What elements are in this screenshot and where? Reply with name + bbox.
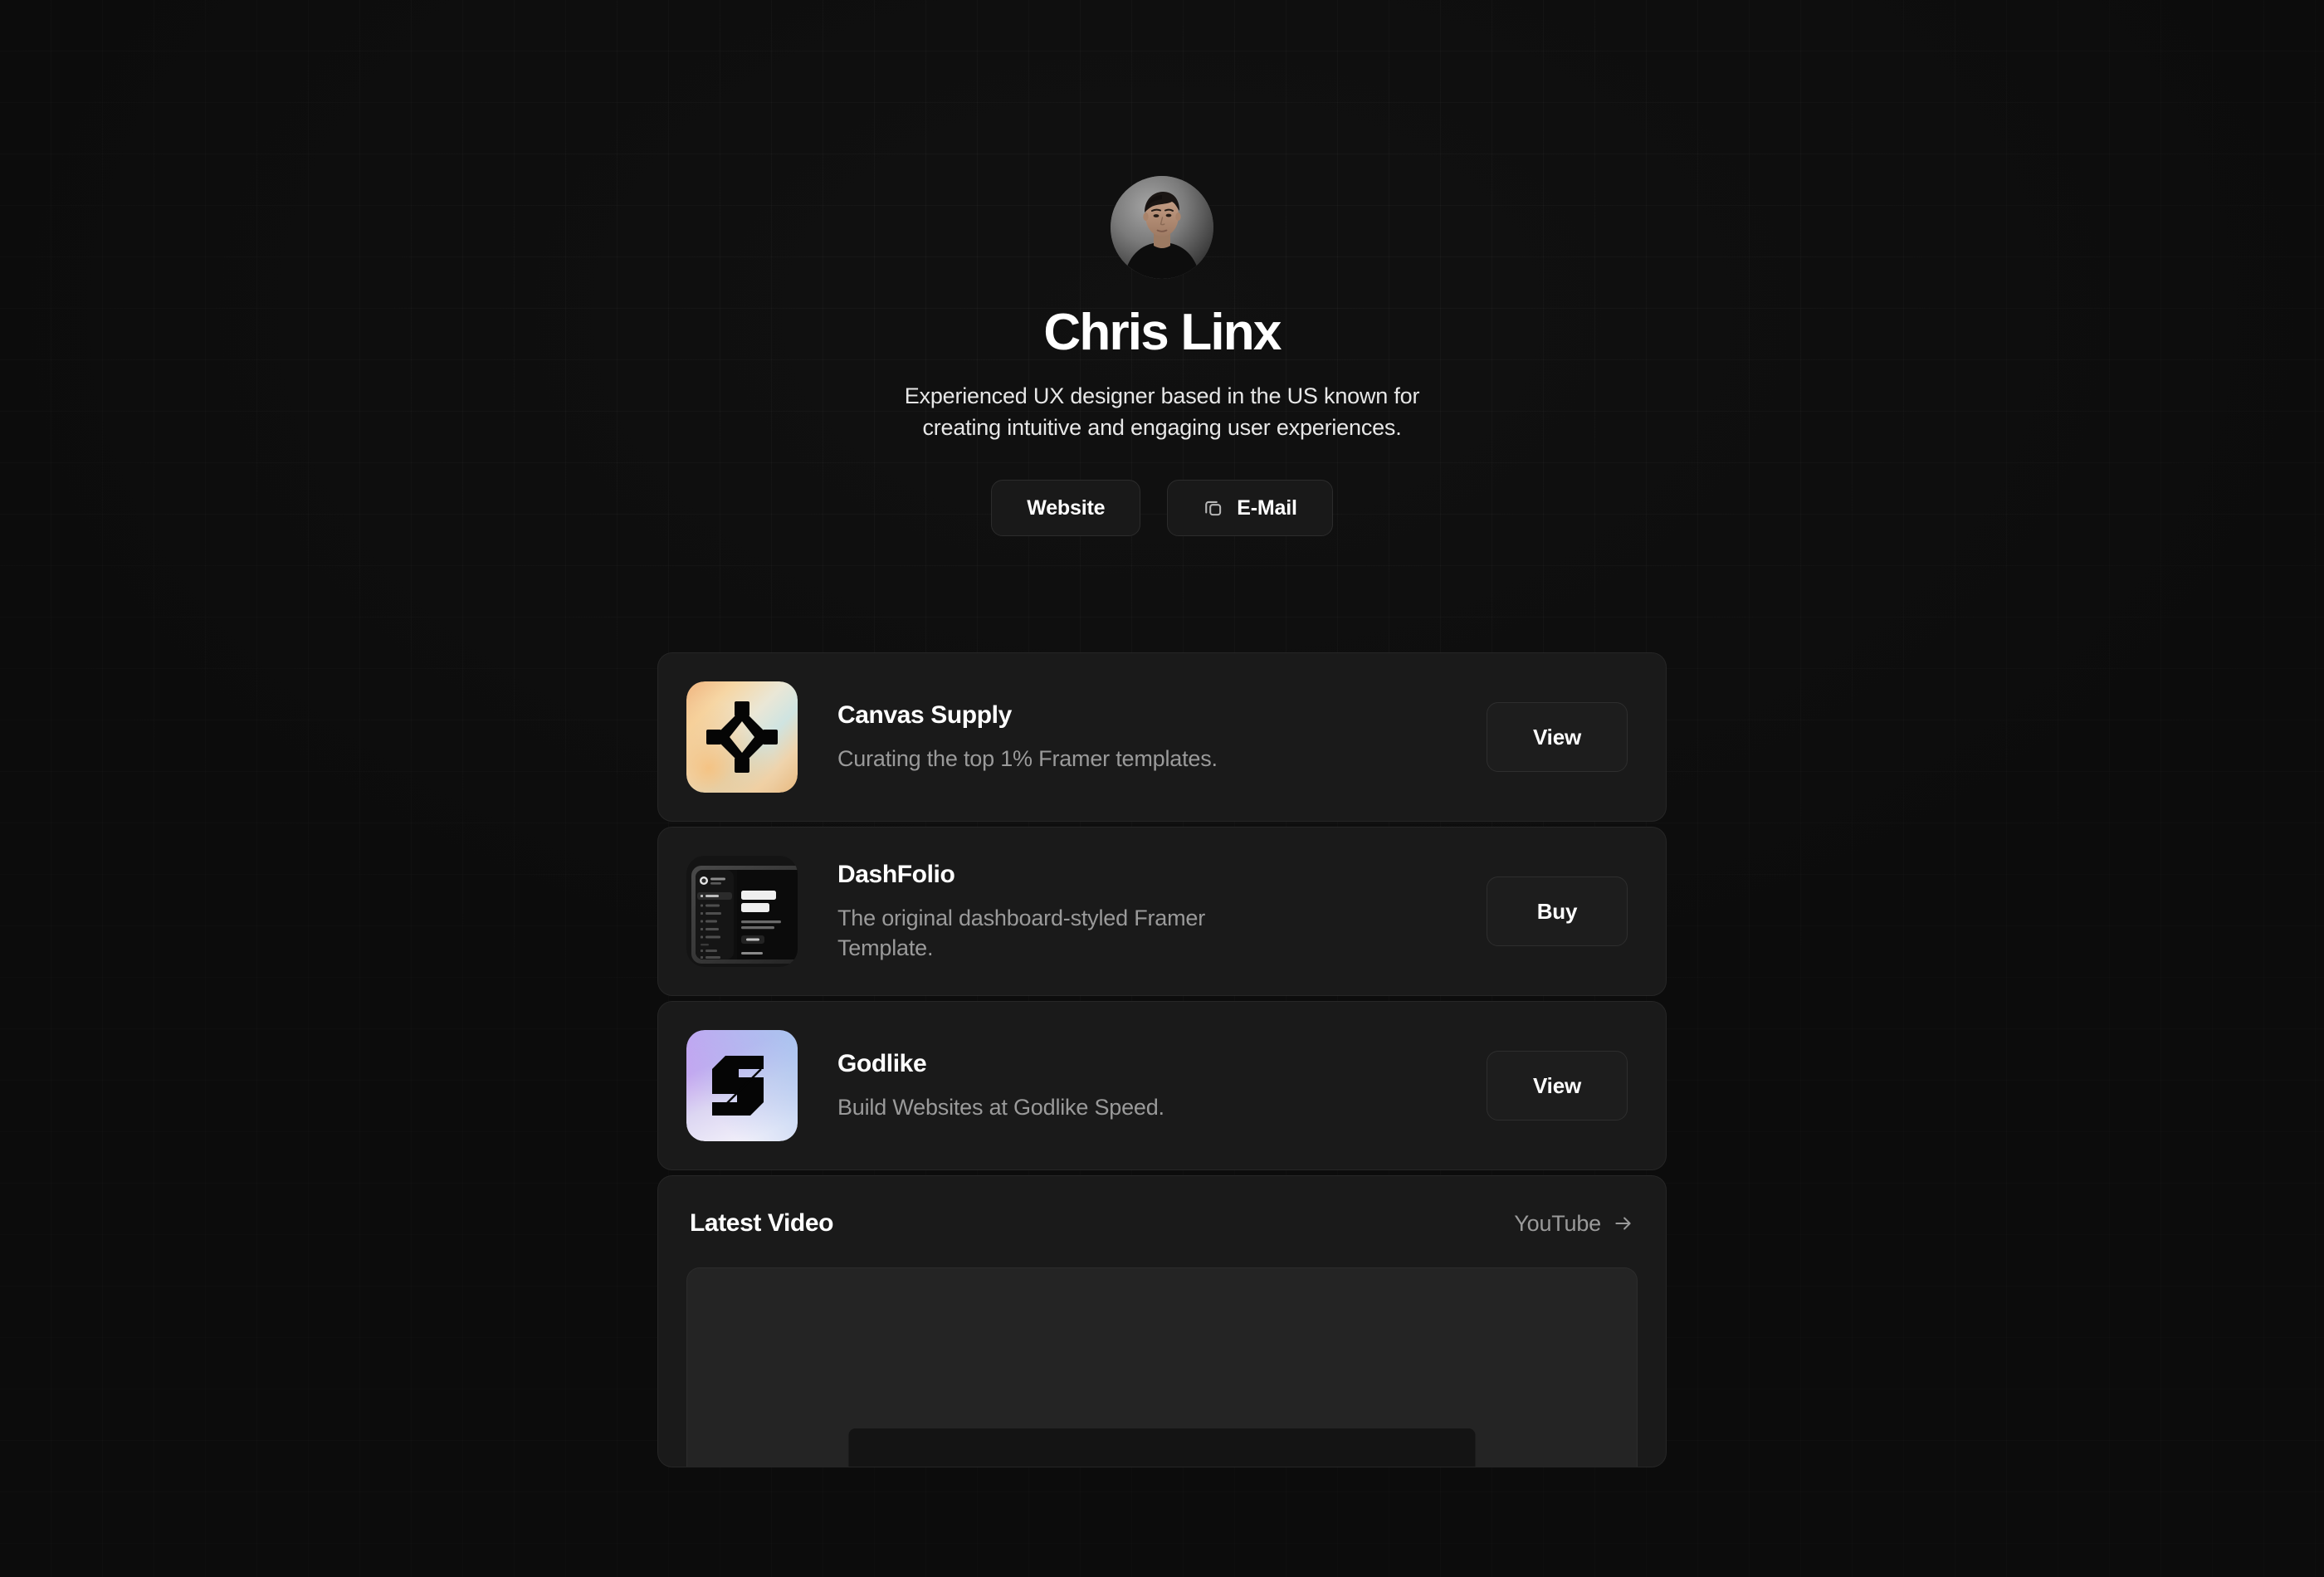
website-button-label: Website <box>1027 496 1106 520</box>
link-card-description: Curating the top 1% Framer templates. <box>837 746 1218 772</box>
profile-bio: Experienced UX designer based in the US … <box>657 380 1667 444</box>
avatar <box>1111 176 1213 279</box>
dashfolio-screenshot-icon <box>686 856 798 968</box>
link-card-canvas-supply[interactable]: Canvas Supply Curating the top 1% Framer… <box>657 652 1667 823</box>
latest-video-panel: Latest Video YouTube <box>657 1175 1667 1468</box>
godlike-view-button[interactable]: View <box>1487 1051 1628 1121</box>
link-card-title: Godlike <box>837 1050 927 1078</box>
hero-action-group: Website E-Mail <box>657 480 1667 537</box>
godlike-logo-icon <box>686 1030 798 1142</box>
email-button[interactable]: E-Mail <box>1167 480 1333 537</box>
profile-hero: Chris Linx Experienced UX designer based… <box>657 176 1667 537</box>
youtube-link-label: YouTube <box>1514 1210 1601 1236</box>
content-column: Chris Linx Experienced UX designer based… <box>657 0 1667 1468</box>
youtube-link[interactable]: YouTube <box>1514 1211 1634 1237</box>
arrow-right-icon <box>1613 1213 1634 1234</box>
godlike-text: Godlike Build Websites at Godlike Speed. <box>798 1049 1487 1122</box>
link-card-godlike[interactable]: Godlike Build Websites at Godlike Speed.… <box>657 1001 1667 1171</box>
link-card-description: Build Websites at Godlike Speed. <box>837 1095 1164 1120</box>
link-card-dashfolio[interactable]: DashFolio The original dashboard-styled … <box>657 827 1667 997</box>
link-card-title: DashFolio <box>837 860 955 888</box>
dashfolio-text: DashFolio The original dashboard-styled … <box>798 860 1487 964</box>
page-title: Chris Linx <box>1043 304 1282 361</box>
page-root: Chris Linx Experienced UX designer based… <box>0 0 2324 1577</box>
email-button-label: E-Mail <box>1237 496 1297 520</box>
avatar-photo <box>1111 176 1213 279</box>
canvas-supply-view-button[interactable]: View <box>1487 702 1628 773</box>
video-player-embed[interactable] <box>686 1267 1638 1467</box>
video-player-inner <box>848 1428 1476 1467</box>
link-card-title: Canvas Supply <box>837 701 1012 730</box>
dashfolio-buy-button[interactable]: Buy <box>1487 876 1628 947</box>
copy-icon <box>1203 497 1224 519</box>
latest-video-header: Latest Video YouTube <box>686 1209 1638 1238</box>
canvas-supply-logo-icon <box>686 681 798 793</box>
profile-bio-line-1: Experienced UX designer based in the US … <box>904 383 1420 408</box>
link-card-list: Canvas Supply Curating the top 1% Framer… <box>657 652 1667 1171</box>
profile-bio-line-2: creating intuitive and engaging user exp… <box>922 415 1402 441</box>
canvas-supply-text: Canvas Supply Curating the top 1% Framer… <box>798 701 1487 774</box>
link-card-description: The original dashboard-styled Framer Tem… <box>837 905 1206 961</box>
latest-video-heading: Latest Video <box>690 1209 834 1238</box>
website-button[interactable]: Website <box>991 480 1141 537</box>
